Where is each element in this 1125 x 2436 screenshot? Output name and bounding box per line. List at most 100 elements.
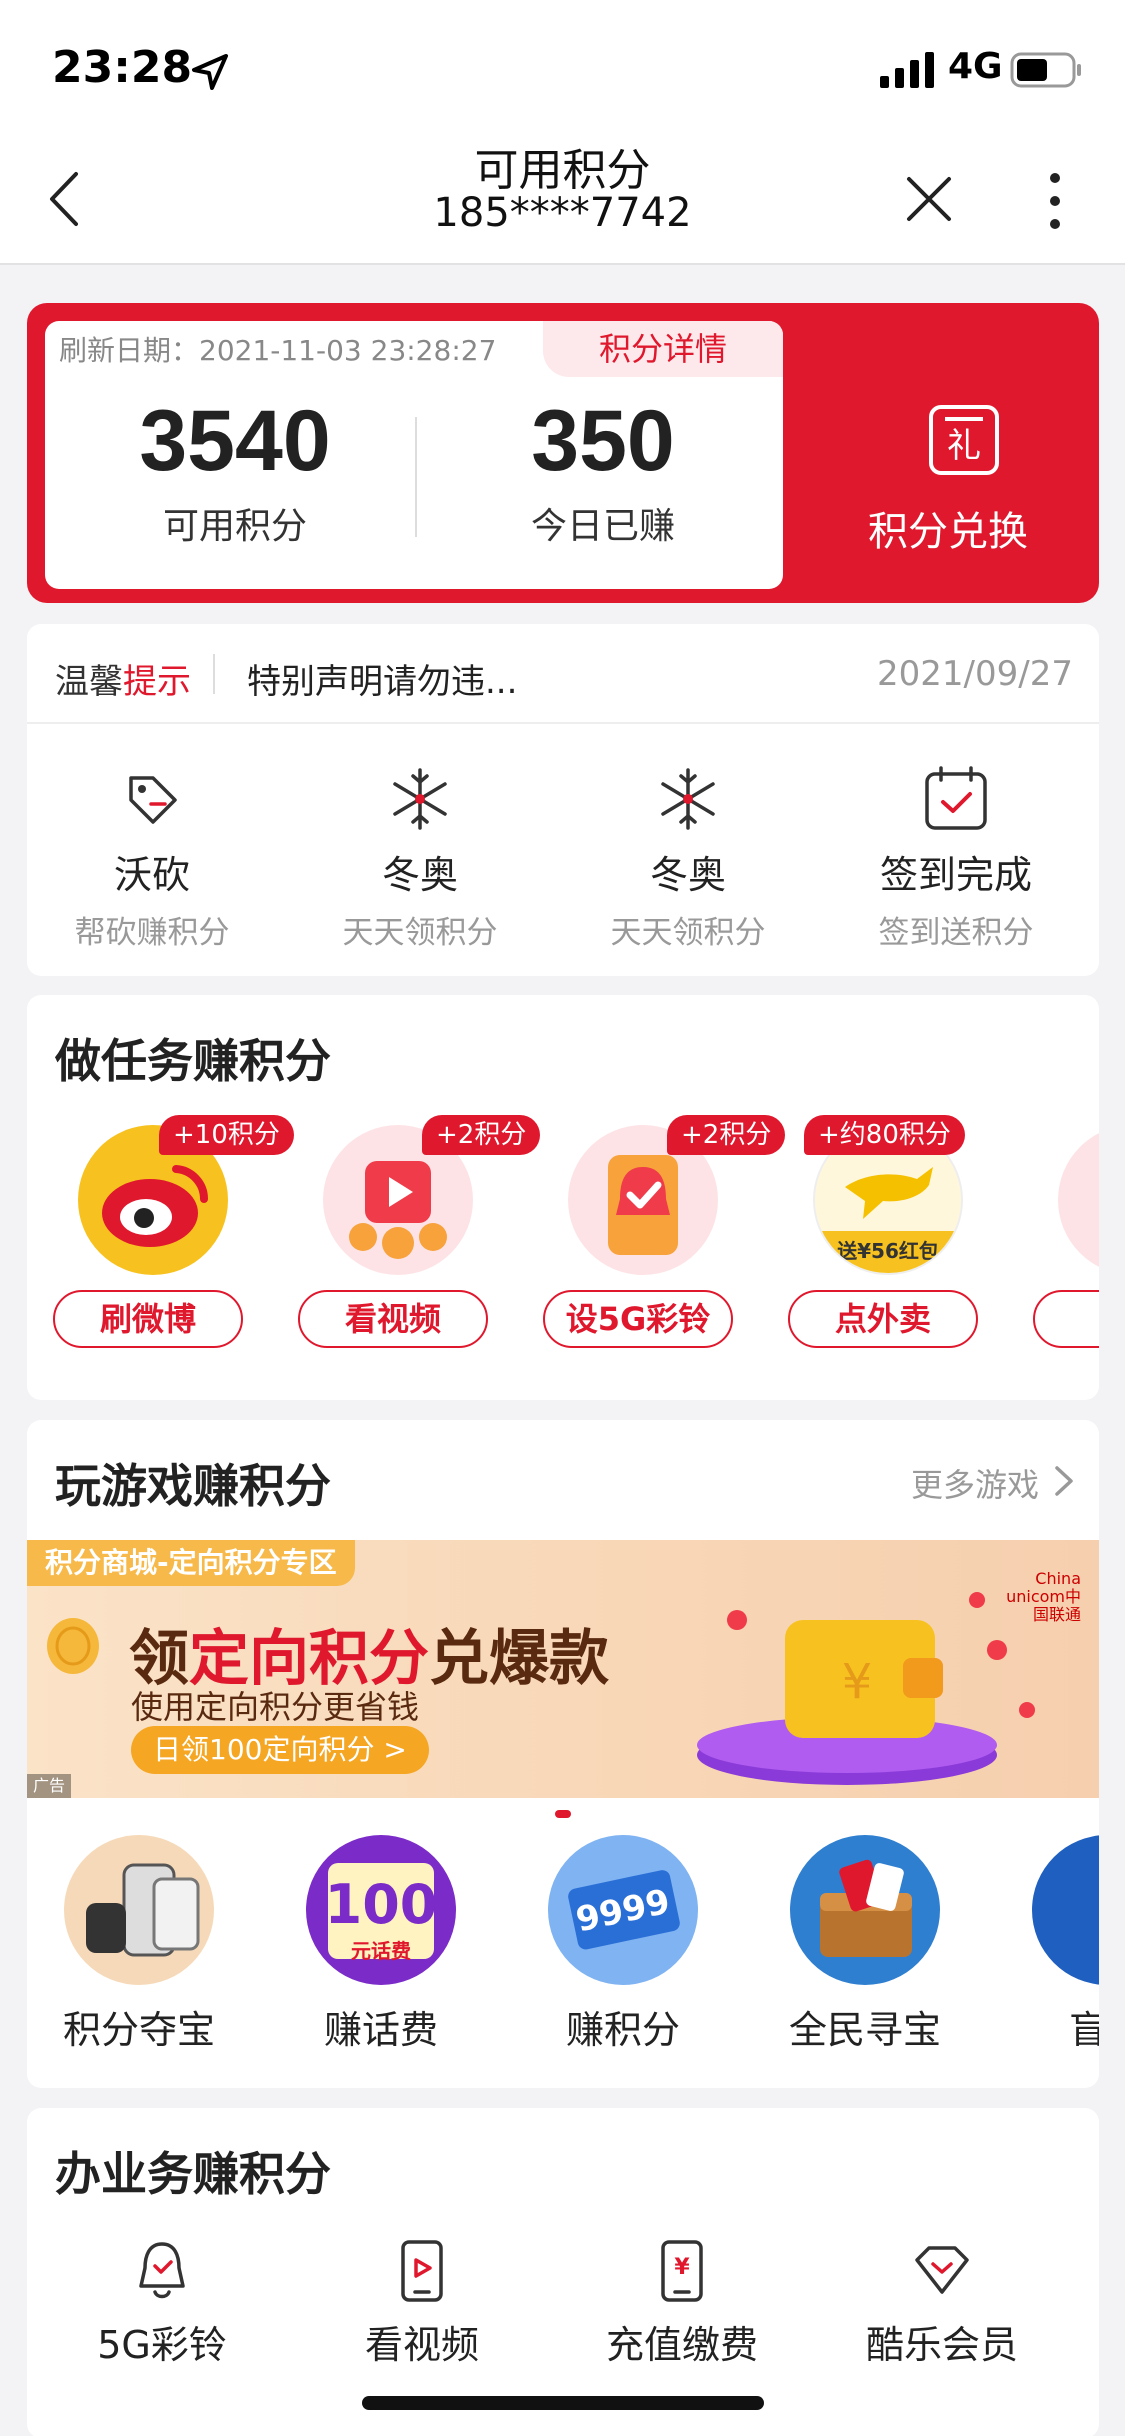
task-circle-caption: 送¥56红包: [837, 1239, 939, 1263]
quick-action-title: 冬奥: [381, 853, 458, 897]
bell-icon: [139, 2242, 185, 2299]
quick-action-winter-olympics-1[interactable]: 冬奥 天天领积分: [295, 764, 545, 952]
phone-number: 185****7742: [433, 190, 692, 236]
notice-card: 温馨提示 特别声明请勿违... 2021/09/27 沃砍 帮砍赚积分 冬奥 天…: [27, 624, 1099, 976]
game-label: 全民寻宝: [788, 2008, 941, 2052]
task-partial-icon: [1058, 1125, 1099, 1275]
business-section: 办业务赚积分 5G彩铃 看视频 ¥ 充值缴费 酷乐会员: [27, 2108, 1099, 2436]
biz-label: 酷乐会员: [865, 2323, 1018, 2367]
refresh-date: 刷新日期：2021-11-03 23:28:27: [59, 334, 497, 367]
credit-unit: 元话费: [351, 1939, 411, 1963]
available-points: 3540 可用积分: [85, 391, 385, 549]
game-blind-box[interactable]: 盲盒: [997, 1835, 1099, 2054]
quick-action-title: 沃砍: [113, 853, 190, 897]
points-exchange-label: 积分兑换: [868, 509, 1028, 555]
blind-box-icon: [1032, 1835, 1099, 1985]
section-title: 玩游戏赚积分: [55, 1459, 331, 1513]
available-points-label: 可用积分: [162, 506, 307, 547]
tasks-section: 做任务赚积分 +10积分 刷微博 +2积分 看视频 +2积分 设5G彩铃 送¥5…: [27, 995, 1099, 1400]
section-title: 办业务赚积分: [55, 2147, 331, 2201]
quick-action-subtitle: 帮砍赚积分: [74, 915, 230, 951]
calendar-check-icon: [925, 766, 987, 830]
battery-icon: [1010, 52, 1081, 88]
notice-divider: [213, 654, 215, 694]
coin-icon: [47, 1618, 99, 1674]
svg-text:¥: ¥: [842, 1654, 873, 1710]
recharge-phone-icon: ¥: [661, 2240, 703, 2302]
quick-action-winter-olympics-2[interactable]: 冬奥 天天领积分: [563, 764, 813, 952]
task-points-badge: +2积分: [422, 1115, 541, 1155]
game-earn-points[interactable]: 9999 赚积分: [513, 1835, 733, 2054]
biz-label: 5G彩铃: [97, 2323, 227, 2367]
biz-watch-video[interactable]: 看视频: [297, 2238, 547, 2369]
stat-divider: [415, 417, 417, 537]
svg-text:¥: ¥: [674, 2255, 690, 2280]
task-button[interactable]: 看视频: [298, 1290, 488, 1348]
today-earned: 350 今日已赚: [453, 391, 753, 549]
task-points-badge: +约80积分: [804, 1115, 965, 1155]
snowflake-icon: [661, 768, 715, 830]
game-earn-phone-credit[interactable]: 100 元话费 赚话费: [271, 1835, 491, 2054]
points-summary-card: 刷新日期：2021-11-03 23:28:27 积分详情 3540 可用积分 …: [27, 303, 1099, 603]
game-points-treasure[interactable]: 积分夺宝: [29, 1835, 249, 2054]
task-button[interactable]: 刷微博: [53, 1290, 243, 1348]
today-earned-label: 今日已赚: [530, 506, 675, 547]
banner-cta-button[interactable]: 日领100定向积分 >: [131, 1726, 429, 1774]
notice-date: 2021/09/27: [877, 654, 1073, 694]
games-section: 玩游戏赚积分 更多游戏 积分商城-定向积分专区 领定向积分兑爆款 使用定向积分更…: [27, 1420, 1099, 2088]
gift-icon: 礼: [929, 405, 999, 475]
svg-text:礼: 礼: [947, 426, 981, 466]
quick-action-subtitle: 签到送积分: [878, 915, 1034, 951]
brand-logo-text: China unicom中国联通: [1006, 1569, 1081, 1624]
section-title: 做任务赚积分: [55, 1034, 331, 1088]
available-points-value: 3540: [139, 393, 331, 489]
video-phone-icon: [401, 2240, 443, 2302]
notice-row[interactable]: 温馨提示 特别声明请勿违... 2021/09/27: [27, 624, 1099, 724]
quick-action-title: 冬奥: [649, 853, 726, 897]
task-button[interactable]: 点外卖: [788, 1290, 978, 1348]
notice-tag: 温馨提示: [55, 662, 191, 702]
biz-5g-ringtone[interactable]: 5G彩铃: [37, 2238, 287, 2369]
snowflake-icon: [393, 768, 447, 830]
signal-icon: [880, 52, 934, 88]
phone-credit-icon: 100 元话费: [306, 1835, 456, 1985]
chevron-right-icon[interactable]: [1053, 1464, 1075, 1498]
game-label: 赚积分: [565, 2008, 680, 2052]
diamond-icon: [915, 2246, 969, 2294]
quick-action-title: 签到完成: [879, 853, 1032, 897]
status-time: 23:28: [52, 42, 193, 93]
biz-label: 看视频: [364, 2323, 479, 2367]
points-exchange-button[interactable]: 礼 积分兑换: [797, 303, 1099, 603]
biz-recharge[interactable]: ¥ 充值缴费: [557, 2238, 807, 2369]
home-indicator[interactable]: [362, 2396, 764, 2410]
page-title: 可用积分: [474, 145, 651, 196]
treasure-chest-icon: [790, 1835, 940, 1985]
game-label: 赚话费: [323, 2008, 438, 2052]
game-treasure-hunt[interactable]: 全民寻宝: [755, 1835, 975, 2054]
biz-label: 充值缴费: [605, 2323, 758, 2367]
ad-label: 广告: [27, 1774, 72, 1798]
close-icon[interactable]: [905, 175, 953, 223]
quick-action-wokan[interactable]: 沃砍 帮砍赚积分: [27, 764, 277, 952]
credit-amount: 100: [324, 1873, 438, 1936]
carousel-indicator: [555, 1810, 571, 1818]
today-earned-value: 350: [531, 393, 675, 489]
task-points-badge: +10积分: [159, 1115, 294, 1155]
location-arrow-icon: [192, 54, 228, 90]
network-label: 4G: [948, 46, 1003, 87]
promo-banner[interactable]: 积分商城-定向积分专区 领定向积分兑爆款 使用定向积分更省钱 日领100定向积分…: [27, 1540, 1099, 1798]
quick-action-checkin[interactable]: 签到完成 签到送积分: [831, 764, 1081, 952]
biz-kule-member[interactable]: 酷乐会员: [817, 2238, 1067, 2369]
game-label: 盲盒: [1068, 2008, 1099, 2052]
task-points-badge: +2积分: [667, 1115, 786, 1155]
nav-bar: 可用积分 185****7742: [0, 130, 1125, 265]
quick-action-subtitle: 天天领积分: [342, 915, 498, 951]
points-detail-link[interactable]: 积分详情: [543, 321, 783, 377]
points-stats-panel: 刷新日期：2021-11-03 23:28:27 积分详情 3540 可用积分 …: [45, 321, 783, 589]
task-button[interactable]: 设5G彩铃: [543, 1290, 733, 1348]
banner-tag: 积分商城-定向积分专区: [27, 1540, 355, 1586]
task-button[interactable]: 红: [1033, 1290, 1099, 1348]
more-options-icon[interactable]: [1040, 170, 1070, 232]
more-games-link[interactable]: 更多游戏: [911, 1460, 1039, 1506]
banner-subtitle: 使用定向积分更省钱: [131, 1688, 420, 1726]
